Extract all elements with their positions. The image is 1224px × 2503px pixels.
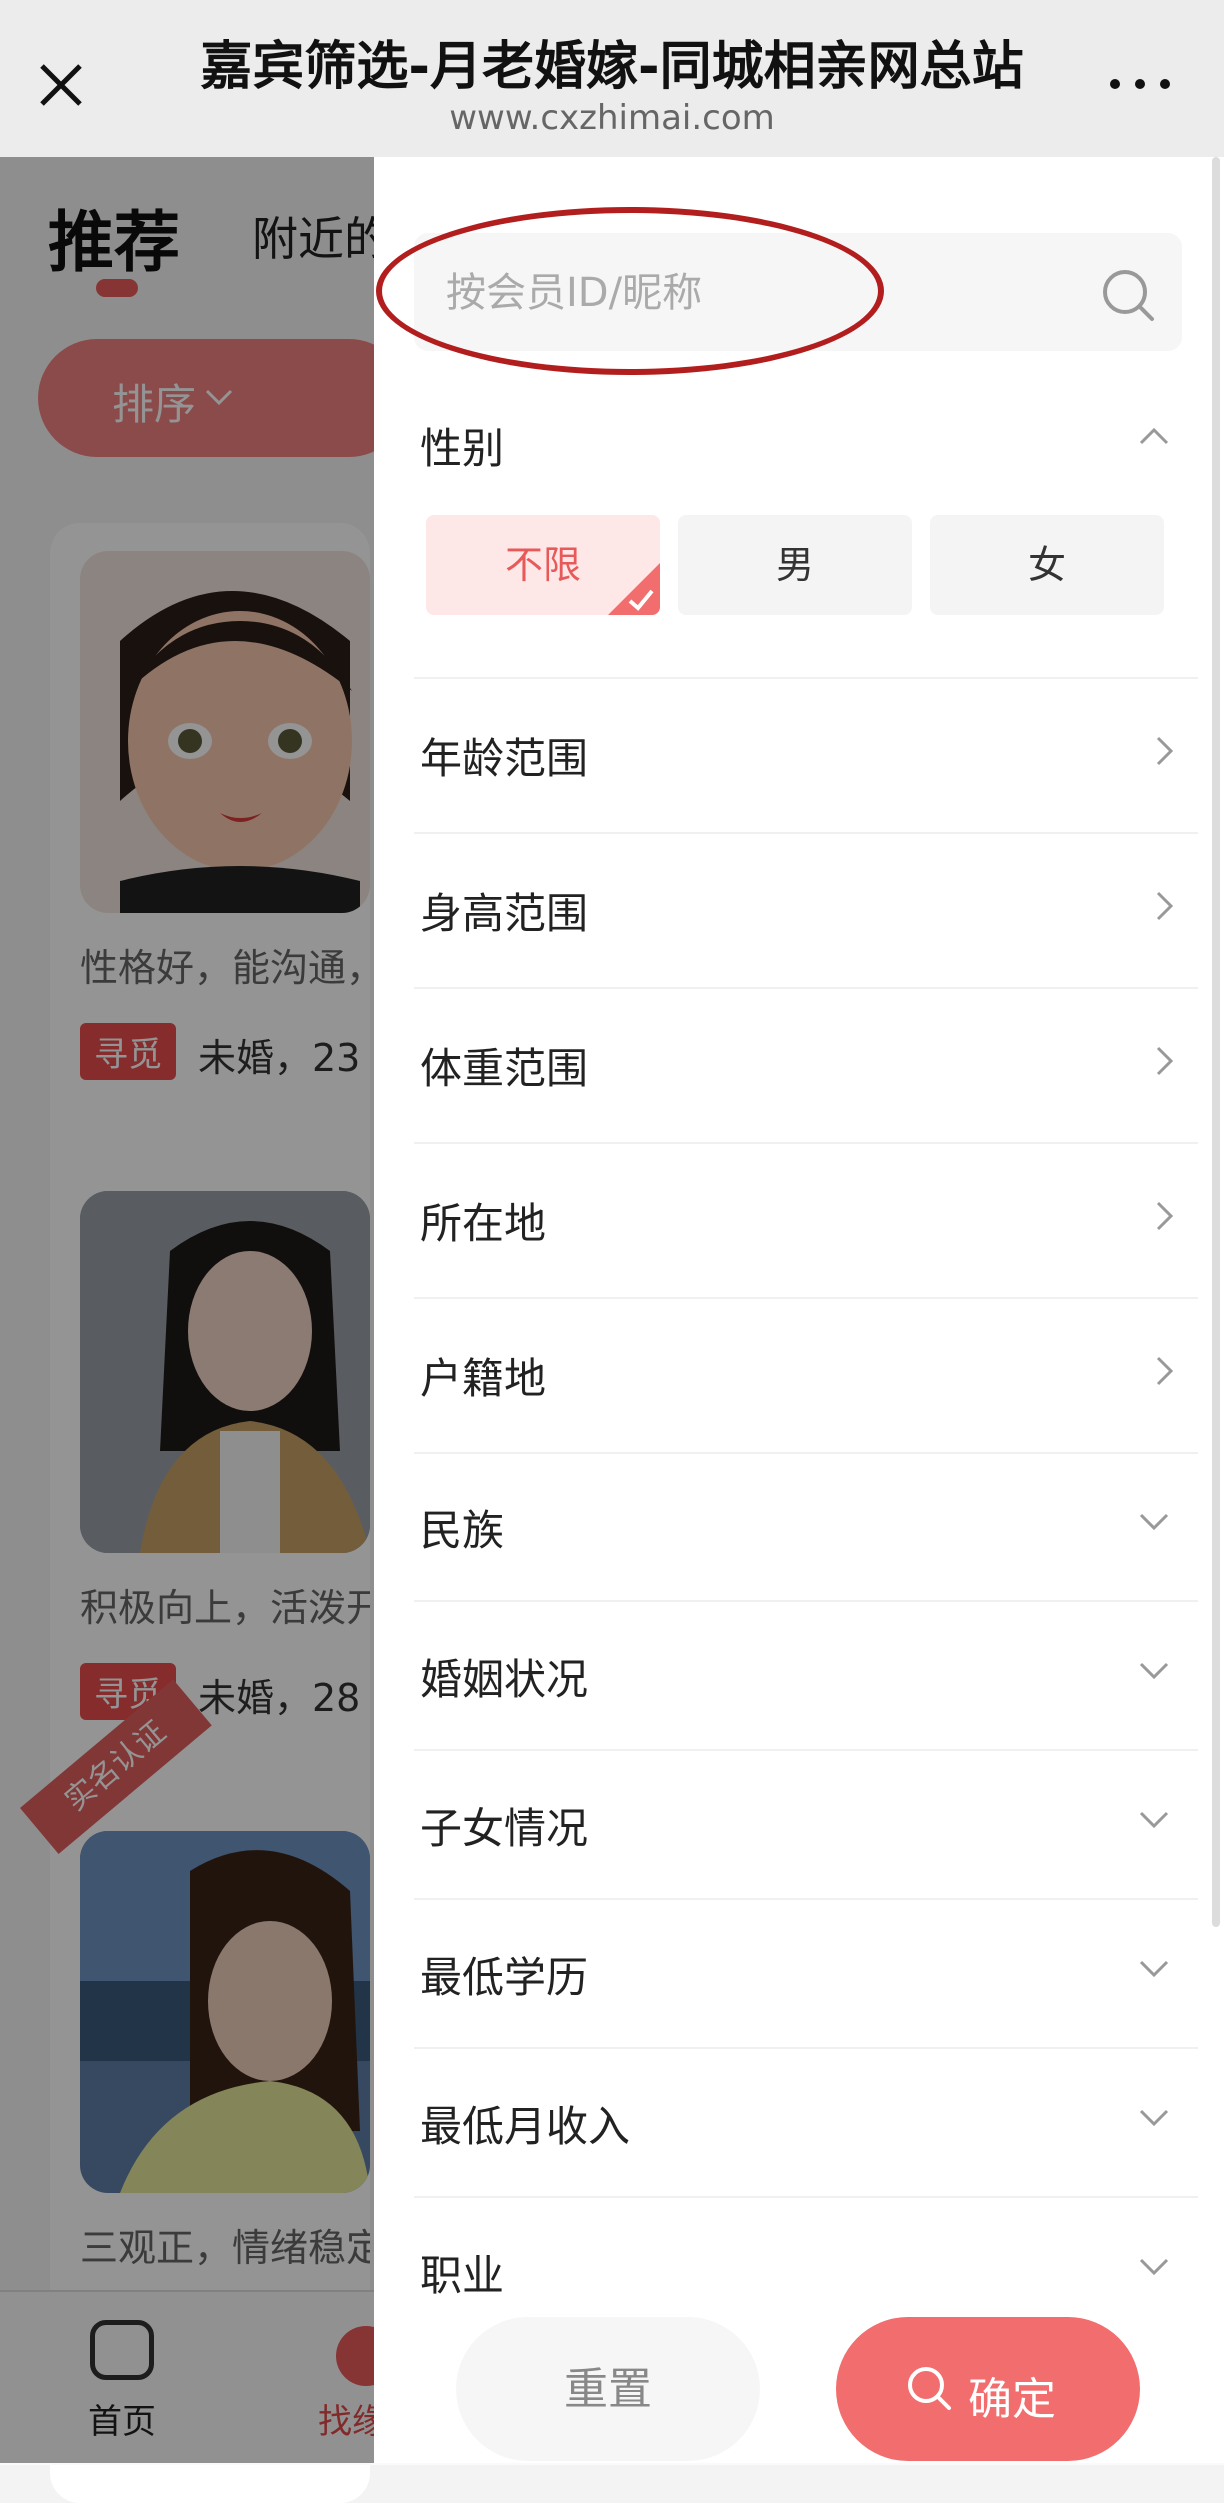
filter-occupation[interactable]: 职业	[420, 2242, 504, 2303]
chevron-right-icon[interactable]	[1148, 1045, 1180, 1077]
divider	[414, 1600, 1198, 1602]
chevron-down-icon[interactable]	[1138, 1505, 1170, 1537]
chevron-down-icon[interactable]	[1138, 2101, 1170, 2133]
divider	[414, 832, 1198, 834]
page-title: 嘉宾筛选-月老婚嫁-同城相亲网总站	[200, 37, 1024, 97]
chevron-up-icon[interactable]	[1138, 421, 1170, 453]
divider	[414, 1898, 1198, 1900]
filter-children[interactable]: 子女情况	[420, 1795, 588, 1856]
check-icon	[608, 563, 660, 615]
chevron-down-icon[interactable]	[1138, 1952, 1170, 1984]
gender-option-male[interactable]: 男	[678, 515, 912, 615]
filter-drawer: 性别 不限 男 女 年龄范围 身高范围 体重范围 所在地 户籍地 民族 婚姻状况…	[374, 157, 1224, 2463]
divider	[414, 1142, 1198, 1144]
search-box	[414, 233, 1182, 351]
reset-button[interactable]: 重置	[456, 2317, 760, 2461]
chevron-right-icon[interactable]	[1148, 735, 1180, 767]
divider	[414, 1749, 1198, 1751]
filter-footer: 重置 确定	[374, 2311, 1224, 2463]
divider	[414, 2196, 1198, 2198]
filter-ethnicity[interactable]: 民族	[420, 1497, 504, 1558]
gender-label[interactable]: 性别	[420, 415, 504, 476]
filter-age-range[interactable]: 年龄范围	[420, 725, 588, 786]
filter-marital-status[interactable]: 婚姻状况	[420, 1646, 588, 1707]
filter-location[interactable]: 所在地	[420, 1190, 546, 1251]
chevron-right-icon[interactable]	[1148, 1200, 1180, 1232]
gender-option-any-label: 不限	[504, 543, 581, 587]
filter-height-range[interactable]: 身高范围	[420, 880, 588, 941]
chevron-right-icon[interactable]	[1148, 890, 1180, 922]
confirm-label: 确定	[968, 2374, 1056, 2425]
close-icon[interactable]	[36, 60, 86, 110]
top-bar: 嘉宾筛选-月老婚嫁-同城相亲网总站 www.cxzhimai.com	[0, 0, 1224, 157]
search-icon[interactable]	[1100, 267, 1156, 323]
filter-min-income[interactable]: 最低月收入	[420, 2093, 630, 2154]
chevron-right-icon[interactable]	[1148, 1355, 1180, 1387]
more-icon[interactable]	[1110, 74, 1170, 94]
chevron-down-icon[interactable]	[1138, 2250, 1170, 2282]
scrollbar[interactable]	[1212, 157, 1220, 1927]
chevron-down-icon[interactable]	[1138, 1654, 1170, 1686]
filter-weight-range[interactable]: 体重范围	[420, 1035, 588, 1096]
filter-min-education[interactable]: 最低学历	[420, 1944, 588, 2005]
page-url: www.cxzhimai.com	[449, 98, 775, 138]
divider	[414, 987, 1198, 989]
chevron-down-icon[interactable]	[1138, 1803, 1170, 1835]
divider	[414, 677, 1198, 679]
gender-options: 不限 男 女	[426, 515, 1164, 615]
divider	[414, 2047, 1198, 2049]
divider	[414, 1297, 1198, 1299]
confirm-button[interactable]: 确定	[836, 2317, 1140, 2461]
divider	[414, 1452, 1198, 1454]
search-input[interactable]	[444, 253, 1048, 333]
gender-option-female[interactable]: 女	[930, 515, 1164, 615]
gender-option-any[interactable]: 不限	[426, 515, 660, 615]
search-icon	[908, 2367, 951, 2410]
filter-hometown[interactable]: 户籍地	[420, 1345, 546, 1406]
